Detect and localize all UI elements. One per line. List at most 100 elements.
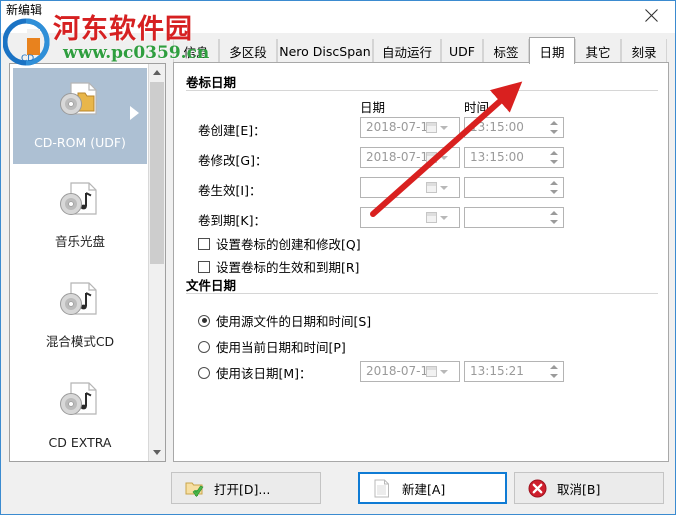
column-header-time: 时间 [464,100,490,115]
file-date-radio-option[interactable]: 使用源文件的日期和时间[S] [198,311,371,330]
disc-type-panel: CD-ROM (UDF) 音乐光盘 混合模式CD CD EXTRA [9,63,166,462]
calendar-icon [426,366,437,377]
tab-label: 信息 [183,44,209,60]
volume-dates-group-title: 卷标日期 [186,75,237,90]
volume-time-value: 13:15:00 [470,150,524,164]
tab-label: 标签 [493,44,519,60]
new-button[interactable]: 新建[A] [358,472,507,504]
file-date-radio-option[interactable]: 使用该日期[M]： [198,363,312,382]
volume-time-spinner[interactable] [547,210,561,225]
file-time-spinner[interactable] [547,364,561,379]
volume-date-input[interactable] [360,177,460,198]
tab-label: Nero DiscSpan [279,43,371,59]
disc-type-label: CD-ROM (UDF) [34,135,126,150]
close-button[interactable] [629,1,673,29]
volume-time-input[interactable]: 13:15:00 [464,147,564,168]
radio-button[interactable] [198,314,210,327]
scroll-down-button[interactable] [149,444,165,461]
volume-date-calendar-button[interactable] [426,210,456,225]
checkbox-box[interactable] [198,237,210,250]
close-icon [644,8,658,22]
tab-label: 日期 [539,44,565,60]
scrollbar-thumb[interactable] [150,82,164,264]
volume-time-spinner[interactable] [547,180,561,195]
disc-type-item[interactable]: CD EXTRA [13,368,147,461]
spinner-up-icon[interactable] [550,121,558,125]
chevron-down-icon [440,125,448,130]
checkbox-label: 设置卷标的创建和修改[Q] [216,237,361,252]
disc-type-item[interactable]: CD-ROM (UDF) [13,68,147,164]
radio-button[interactable] [198,366,210,379]
new-document-icon [372,478,392,498]
tab-label: 其它 [585,44,611,60]
tab-6[interactable]: 标签 [483,39,529,63]
tab-5[interactable]: UDF [441,39,483,63]
title-bar: 新编辑 [1,1,675,33]
volume-time-input[interactable]: 13:15:00 [464,117,564,138]
window-title: 新编辑 [6,3,43,17]
volume-date-input[interactable]: 2018-07-10 [360,117,460,138]
volume-date-checkbox[interactable]: 设置卷标的生效和到期[R] [198,257,359,276]
spinner-up-icon[interactable] [550,181,558,185]
tab-4[interactable]: 自动运行 [373,39,441,63]
volume-date-calendar-button[interactable] [426,180,456,195]
calendar-icon [426,122,437,133]
disc-type-item[interactable]: 混合模式CD [13,268,147,364]
volume-time-spinner[interactable] [547,120,561,135]
chevron-right-icon [130,106,139,120]
disc-list-scrollbar[interactable] [148,64,165,461]
tab-label: 自动运行 [381,44,432,60]
file-dates-divider [186,293,658,294]
disc-type-list[interactable]: CD-ROM (UDF) 音乐光盘 混合模式CD CD EXTRA [10,64,148,461]
file-dates-group-title: 文件日期 [186,278,237,293]
volume-date-calendar-button[interactable] [426,120,456,135]
cancel-circle-icon [527,478,547,498]
tab-1[interactable]: 信息 [173,39,219,63]
file-time-value: 13:15:21 [470,364,524,378]
radio-button[interactable] [198,340,210,353]
chevron-down-icon [440,369,448,374]
disc-folder-icon [58,80,102,122]
tab-2[interactable]: 多区段 [219,39,277,63]
spinner-up-icon[interactable] [550,211,558,215]
spinner-up-icon[interactable] [550,365,558,369]
tab-label: 刻录 [631,44,657,60]
volume-date-row-label: 卷到期[K]： [198,213,266,228]
open-button[interactable]: 打开[D]... [171,472,321,504]
file-date-input[interactable]: 2018-07-10 [360,361,460,382]
radio-label: 使用当前日期和时间[P] [216,340,346,355]
volume-date-checkbox[interactable]: 设置卷标的创建和修改[Q] [198,234,361,253]
chevron-down-icon [440,155,448,160]
volume-date-calendar-button[interactable] [426,150,456,165]
volume-time-input[interactable] [464,207,564,228]
file-time-input[interactable]: 13:15:21 [464,361,564,382]
volume-time-input[interactable] [464,177,564,198]
tab-9[interactable]: 刻录 [621,39,667,63]
disc-music-icon [58,280,102,322]
volume-date-input[interactable] [360,207,460,228]
tab-3[interactable]: Nero DiscSpan [277,39,373,63]
spinner-down-icon[interactable] [550,130,558,134]
volume-date-row-label: 卷创建[E]： [198,123,266,138]
date-tab-panel: 卷标日期 日期 时间 卷创建[E]： 2018-07-10 13:15:00 卷修改[… [173,62,669,462]
radio-label: 使用该日期[M]： [216,366,312,381]
spinner-down-icon[interactable] [550,220,558,224]
spinner-down-icon[interactable] [550,374,558,378]
tab-label: 多区段 [229,44,267,60]
open-button-label: 打开[D]... [214,481,271,497]
tab-8[interactable]: 其它 [575,39,621,63]
volume-time-value: 13:15:00 [470,120,524,134]
file-date-radio-option[interactable]: 使用当前日期和时间[P] [198,337,346,356]
cancel-button[interactable]: 取消[B] [514,472,664,504]
file-date-calendar-button[interactable] [426,364,456,379]
calendar-icon [426,152,437,163]
spinner-down-icon[interactable] [550,190,558,194]
spinner-down-icon[interactable] [550,160,558,164]
volume-time-spinner[interactable] [547,150,561,165]
tab-7[interactable]: 日期 [529,37,575,64]
disc-type-item[interactable]: 音乐光盘 [13,168,147,264]
scroll-up-button[interactable] [149,64,165,81]
spinner-up-icon[interactable] [550,151,558,155]
volume-date-input[interactable]: 2018-07-10 [360,147,460,168]
checkbox-box[interactable] [198,260,210,273]
